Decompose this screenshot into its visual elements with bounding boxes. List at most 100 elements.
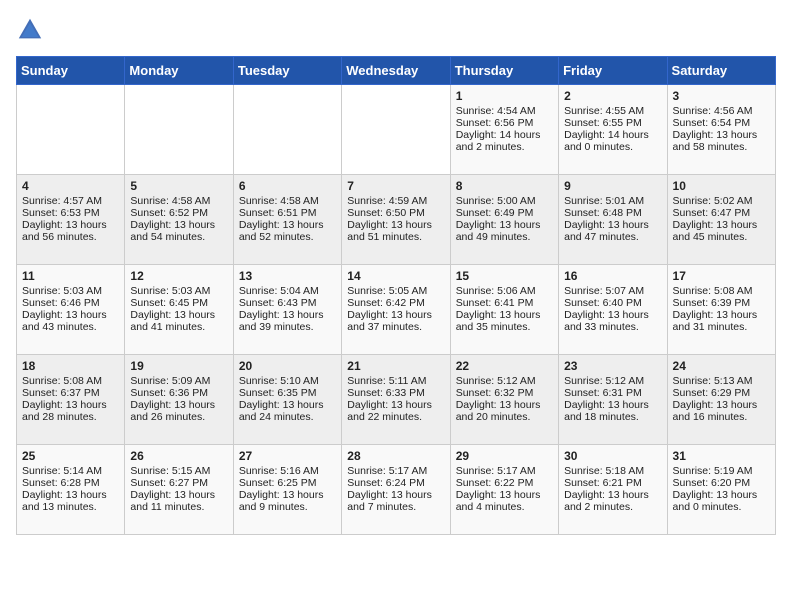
cell-info-line: Sunrise: 4:54 AM	[456, 105, 553, 117]
cell-info-line: and 2 minutes.	[456, 141, 553, 153]
cell-info-line: Sunset: 6:51 PM	[239, 207, 336, 219]
cell-info-line: Daylight: 13 hours	[130, 309, 227, 321]
day-number: 20	[239, 359, 336, 373]
cell-info-line: Sunrise: 5:08 AM	[22, 375, 119, 387]
cell-info-line: and 33 minutes.	[564, 321, 661, 333]
cell-info-line: Sunrise: 5:08 AM	[673, 285, 770, 297]
cell-info-line: and 20 minutes.	[456, 411, 553, 423]
calendar-cell: 18Sunrise: 5:08 AMSunset: 6:37 PMDayligh…	[17, 355, 125, 445]
day-number: 16	[564, 269, 661, 283]
cell-info-line: and 35 minutes.	[456, 321, 553, 333]
cell-info-line: and 7 minutes.	[347, 501, 444, 513]
cell-info-line: and 2 minutes.	[564, 501, 661, 513]
cell-info-line: Sunrise: 5:15 AM	[130, 465, 227, 477]
day-number: 24	[673, 359, 770, 373]
day-number: 7	[347, 179, 444, 193]
cell-info-line: and 58 minutes.	[673, 141, 770, 153]
header-cell: Thursday	[450, 57, 558, 85]
cell-info-line: Sunset: 6:28 PM	[22, 477, 119, 489]
cell-info-line: Sunrise: 4:56 AM	[673, 105, 770, 117]
cell-info-line: Sunrise: 5:12 AM	[456, 375, 553, 387]
cell-info-line: Sunset: 6:48 PM	[564, 207, 661, 219]
calendar-cell: 14Sunrise: 5:05 AMSunset: 6:42 PMDayligh…	[342, 265, 450, 355]
cell-info-line: Daylight: 13 hours	[347, 309, 444, 321]
calendar-cell: 10 Sunrise: 5:02 AMSunset: 6:47 PMDayligh…	[667, 175, 775, 265]
cell-info-line: Daylight: 13 hours	[239, 399, 336, 411]
header-cell: Monday	[125, 57, 233, 85]
cell-info-line: Sunrise: 4:55 AM	[564, 105, 661, 117]
cell-info-line: and 4 minutes.	[456, 501, 553, 513]
cell-info-line: Daylight: 14 hours	[456, 129, 553, 141]
calendar-cell: 11Sunrise: 5:03 AMSunset: 6:46 PMDayligh…	[17, 265, 125, 355]
calendar-cell: 2Sunrise: 4:55 AMSunset: 6:55 PMDaylight…	[559, 85, 667, 175]
day-number: 28	[347, 449, 444, 463]
cell-info-line: Daylight: 13 hours	[564, 489, 661, 501]
header-cell: Friday	[559, 57, 667, 85]
day-number: 31	[673, 449, 770, 463]
cell-info-line: Sunrise: 4:59 AM	[347, 195, 444, 207]
cell-info-line: Daylight: 13 hours	[239, 309, 336, 321]
cell-info-line: Sunrise: 4:58 AM	[130, 195, 227, 207]
day-number: 13	[239, 269, 336, 283]
cell-info-line: Sunrise: 5:16 AM	[239, 465, 336, 477]
cell-info-line: Sunrise: 5:03 AM	[22, 285, 119, 297]
cell-info-line: Daylight: 13 hours	[347, 219, 444, 231]
cell-info-line: and 18 minutes.	[564, 411, 661, 423]
day-number: 25	[22, 449, 119, 463]
calendar-week-row: 1Sunrise: 4:54 AMSunset: 6:56 PMDaylight…	[17, 85, 776, 175]
day-number: 6	[239, 179, 336, 193]
cell-info-line: Sunset: 6:55 PM	[564, 117, 661, 129]
cell-info-line: Daylight: 13 hours	[456, 399, 553, 411]
cell-info-line: and 9 minutes.	[239, 501, 336, 513]
cell-info-line: Sunrise: 5:04 AM	[239, 285, 336, 297]
cell-info-line: Sunrise: 5:19 AM	[673, 465, 770, 477]
cell-info-line: Daylight: 13 hours	[347, 489, 444, 501]
calendar-week-row: 11 Sunrise: 5:03 AMSunset: 6:46 PM Dayligh…	[17, 265, 776, 355]
cell-info-line: Sunrise: 4:57 AM	[22, 195, 119, 207]
calendar-cell	[17, 85, 125, 175]
calendar-cell: 5Sunrise: 4:58 AMSunset: 6:52 PMDaylight…	[125, 175, 233, 265]
day-number: 29	[456, 449, 553, 463]
cell-info-line: Sunrise: 5:09 AM	[130, 375, 227, 387]
cell-info-line: Daylight: 13 hours	[22, 399, 119, 411]
cell-info-line: and 0 minutes.	[564, 141, 661, 153]
logo-icon	[16, 16, 44, 44]
cell-info-line: Sunset: 6:56 PM	[456, 117, 553, 129]
cell-info-line: and 31 minutes.	[673, 321, 770, 333]
cell-info-line: Daylight: 13 hours	[22, 489, 119, 501]
cell-info-line: Sunrise: 5:17 AM	[347, 465, 444, 477]
cell-info-line: Sunset: 6:25 PM	[239, 477, 336, 489]
cell-info-line: and 39 minutes.	[239, 321, 336, 333]
cell-info-line: Sunrise: 5:05 AM	[347, 285, 444, 297]
day-number: 10	[673, 179, 770, 193]
cell-info-line: Sunrise: 5:02 AM	[673, 195, 770, 207]
cell-info-line: Sunset: 6:41 PM	[456, 297, 553, 309]
cell-info-line: Sunset: 6:37 PM	[22, 387, 119, 399]
cell-info-line: Daylight: 13 hours	[22, 219, 119, 231]
cell-info-line: Sunset: 6:47 PM	[673, 207, 770, 219]
cell-info-line: Sunset: 6:46 PM	[22, 297, 119, 309]
cell-info-line: Daylight: 13 hours	[564, 219, 661, 231]
cell-info-line: Sunset: 6:40 PM	[564, 297, 661, 309]
calendar-cell: 13Sunrise: 5:04 AMSunset: 6:43 PMDayligh…	[233, 265, 341, 355]
calendar-cell: 7Sunrise: 4:59 AMSunset: 6:50 PMDaylight…	[342, 175, 450, 265]
cell-info-line: Sunrise: 5:17 AM	[456, 465, 553, 477]
header-cell: Saturday	[667, 57, 775, 85]
cell-info-line: Daylight: 13 hours	[456, 309, 553, 321]
calendar-cell: 15Sunrise: 5:06 AMSunset: 6:41 PMDayligh…	[450, 265, 558, 355]
calendar-cell: 28Sunrise: 5:17 AMSunset: 6:24 PMDayligh…	[342, 445, 450, 535]
cell-info-line: and 41 minutes.	[130, 321, 227, 333]
calendar-cell: 25Sunrise: 5:14 AMSunset: 6:28 PMDayligh…	[17, 445, 125, 535]
day-number: 9	[564, 179, 661, 193]
header-cell: Wednesday	[342, 57, 450, 85]
calendar-cell: 6Sunrise: 4:58 AMSunset: 6:51 PMDaylight…	[233, 175, 341, 265]
calendar-week-row: 25Sunrise: 5:14 AMSunset: 6:28 PMDayligh…	[17, 445, 776, 535]
calendar-cell: 3Sunrise: 4:56 AMSunset: 6:54 PMDaylight…	[667, 85, 775, 175]
cell-info-line: Daylight: 13 hours	[673, 219, 770, 231]
cell-info-line: and 37 minutes.	[347, 321, 444, 333]
day-number: 2	[564, 89, 661, 103]
cell-info-line: Sunrise: 5:13 AM	[673, 375, 770, 387]
cell-info-line: and 51 minutes.	[347, 231, 444, 243]
day-number: 11	[22, 269, 119, 283]
day-number: 3	[673, 89, 770, 103]
